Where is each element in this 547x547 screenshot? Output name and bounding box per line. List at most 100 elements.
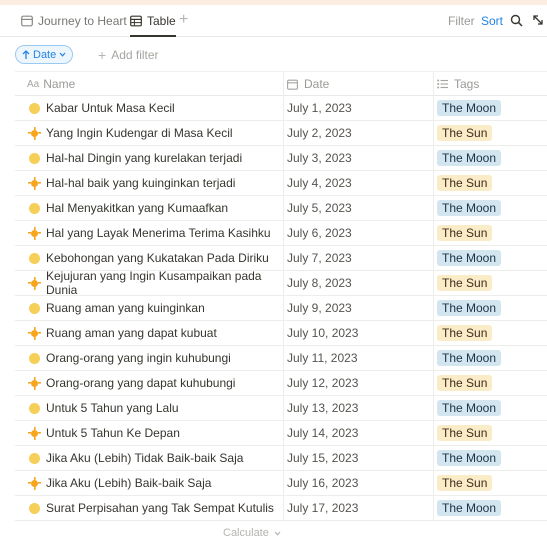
table-row[interactable]: Yang Ingin Kudengar di Masa Kecil July 2,… <box>15 121 547 146</box>
name-cell[interactable]: Untuk 5 Tahun Ke Depan <box>28 421 283 445</box>
table-row[interactable]: Kejujuran yang Ingin Kusampaikan pada Du… <box>15 269 547 297</box>
tags-cell[interactable]: The Sun <box>437 371 493 395</box>
column-header-date[interactable]: Date <box>287 72 329 96</box>
table-row[interactable]: Untuk 5 Tahun Ke Depan July 14, 2023 The S… <box>15 421 547 446</box>
name-cell[interactable]: Hal-hal baik yang kuinginkan terjadi <box>28 171 283 195</box>
table-row[interactable]: Hal-hal Dingin yang kurelakan terjadi Jul… <box>15 146 547 171</box>
column-divider <box>433 471 434 495</box>
date-cell[interactable]: July 6, 2023 <box>287 221 433 245</box>
name-cell[interactable]: Ruang aman yang dapat kubuat <box>28 321 283 345</box>
name-cell[interactable]: Surat Perpisahan yang Tak Sempat Kutulis <box>29 496 283 520</box>
date-sort-chip[interactable]: Date <box>15 45 74 64</box>
name-cell[interactable]: Hal Menyakitkan yang Kumaafkan <box>29 196 283 220</box>
table-row[interactable]: Ruang aman yang kuinginkan July 9, 2023 Th… <box>15 296 547 321</box>
date-cell[interactable]: July 4, 2023 <box>287 171 433 195</box>
tags-cell[interactable]: The Moon <box>437 346 502 370</box>
name-cell[interactable]: Hal-hal Dingin yang kurelakan terjadi <box>29 146 283 170</box>
sun-icon <box>28 126 41 140</box>
date-cell[interactable]: July 1, 2023 <box>287 96 433 120</box>
date-cell[interactable]: July 12, 2023 <box>287 371 433 395</box>
date-cell[interactable]: July 15, 2023 <box>287 446 433 470</box>
name-cell[interactable]: Kabar Untuk Masa Kecil <box>29 96 283 120</box>
tags-cell[interactable]: The Moon <box>437 496 502 520</box>
tag-badge: The Sun <box>437 275 493 291</box>
search-icon[interactable] <box>510 14 523 27</box>
table-row[interactable]: Orang-orang yang ingin kuhubungi July 11,… <box>15 346 547 371</box>
tags-cell[interactable]: The Sun <box>437 171 493 195</box>
column-header-name[interactable]: Aa Name <box>27 72 75 96</box>
column-divider <box>283 246 284 270</box>
list-icon <box>437 79 448 89</box>
name-cell[interactable]: Orang-orang yang dapat kuhubungi <box>28 371 283 395</box>
table-row[interactable]: Untuk 5 Tahun yang Lalu July 13, 2023 The … <box>15 396 547 421</box>
tags-cell[interactable]: The Sun <box>437 271 493 295</box>
name-cell[interactable]: Hal yang Layak Menerima Terima Kasihku <box>28 221 283 245</box>
name-cell[interactable]: Ruang aman yang kuinginkan <box>29 296 283 320</box>
date-cell[interactable]: July 2, 2023 <box>287 121 433 145</box>
column-divider <box>283 146 284 170</box>
date-chip-label: Date <box>33 48 57 61</box>
date-cell[interactable]: July 11, 2023 <box>287 346 433 370</box>
tags-cell[interactable]: The Sun <box>437 221 493 245</box>
tags-cell[interactable]: The Moon <box>437 246 502 270</box>
name-cell[interactable]: Jika Aku (Lebih) Baik-baik Saja <box>28 471 283 495</box>
tags-cell[interactable]: The Sun <box>437 321 493 345</box>
column-divider <box>433 321 434 345</box>
date-cell[interactable]: July 16, 2023 <box>287 471 433 495</box>
table-row[interactable]: Jika Aku (Lebih) Tidak Baik-baik Saja Jul… <box>15 446 547 471</box>
text-property-icon: Aa <box>27 78 40 90</box>
chevron-down-icon <box>274 531 281 536</box>
date-cell[interactable]: July 13, 2023 <box>287 396 433 420</box>
tags-cell[interactable]: The Moon <box>437 96 502 120</box>
table-row[interactable]: Hal Menyakitkan yang Kumaafkan July 5, 20… <box>15 196 547 221</box>
table-row[interactable]: Orang-orang yang dapat kuhubungi July 12,… <box>15 371 547 396</box>
date-cell[interactable]: July 5, 2023 <box>287 196 433 220</box>
tags-cell[interactable]: The Sun <box>437 121 493 145</box>
tags-cell[interactable]: The Sun <box>437 471 493 495</box>
tags-cell[interactable]: The Moon <box>437 296 502 320</box>
tab-journey-to-heart[interactable]: Journey to Heart <box>21 5 127 36</box>
column-header-tags[interactable]: Tags <box>437 72 479 96</box>
arrow-up-icon <box>22 50 30 59</box>
name-cell[interactable]: Orang-orang yang ingin kuhubungi <box>29 346 283 370</box>
calculate-button[interactable]: Calculate <box>223 527 281 539</box>
table-row[interactable]: Ruang aman yang dapat kubuat July 10, 202… <box>15 321 547 346</box>
column-divider[interactable] <box>433 72 434 95</box>
date-cell[interactable]: July 9, 2023 <box>287 296 433 320</box>
table-row[interactable]: Hal yang Layak Menerima Terima Kasihku Ju… <box>15 221 547 246</box>
column-divider <box>433 421 434 445</box>
name-cell[interactable]: Kejujuran yang Ingin Kusampaikan pada Du… <box>28 269 283 297</box>
tag-badge: The Moon <box>437 200 502 216</box>
tags-cell[interactable]: The Moon <box>437 146 502 170</box>
tags-cell[interactable]: The Moon <box>437 396 502 420</box>
column-divider[interactable] <box>283 72 284 95</box>
name-cell[interactable]: Untuk 5 Tahun yang Lalu <box>29 396 283 420</box>
table-row[interactable]: Surat Perpisahan yang Tak Sempat Kutulis… <box>15 496 547 521</box>
name-cell[interactable]: Jika Aku (Lebih) Tidak Baik-baik Saja <box>29 446 283 470</box>
name-cell[interactable]: Kebohongan yang Kukatakan Pada Diriku <box>29 246 283 270</box>
table-row[interactable]: Jika Aku (Lebih) Baik-baik Saja July 16, … <box>15 471 547 496</box>
page-title-text: Kejujuran yang Ingin Kusampaikan pada Du… <box>46 269 262 297</box>
date-cell[interactable]: July 7, 2023 <box>287 246 433 270</box>
tags-cell[interactable]: The Sun <box>437 421 493 445</box>
tags-cell[interactable]: The Moon <box>437 196 502 220</box>
date-cell[interactable]: July 8, 2023 <box>287 271 433 295</box>
table-row[interactable]: Hal-hal baik yang kuinginkan terjadi July… <box>15 171 547 196</box>
expand-icon[interactable] <box>532 14 544 26</box>
date-cell[interactable]: July 17, 2023 <box>287 496 433 520</box>
filter-button[interactable]: Filter <box>448 14 475 28</box>
sort-button[interactable]: Sort <box>481 14 503 28</box>
table-row[interactable]: Kabar Untuk Masa Kecil July 1, 2023 The Mo… <box>15 96 547 121</box>
tag-badge: The Moon <box>437 450 502 466</box>
date-cell[interactable]: July 14, 2023 <box>287 421 433 445</box>
date-cell[interactable]: July 10, 2023 <box>287 321 433 345</box>
add-filter-button[interactable]: + Add filter <box>98 47 159 63</box>
moon-icon <box>29 252 40 264</box>
add-view-button[interactable]: + <box>179 11 188 29</box>
tag-badge: The Moon <box>437 350 502 366</box>
tags-cell[interactable]: The Moon <box>437 446 502 470</box>
date-cell[interactable]: July 3, 2023 <box>287 146 433 170</box>
name-cell[interactable]: Yang Ingin Kudengar di Masa Kecil <box>28 121 283 145</box>
tab-table[interactable]: Table <box>130 5 176 37</box>
table-row[interactable]: Kebohongan yang Kukatakan Pada Diriku Jul… <box>15 246 547 271</box>
